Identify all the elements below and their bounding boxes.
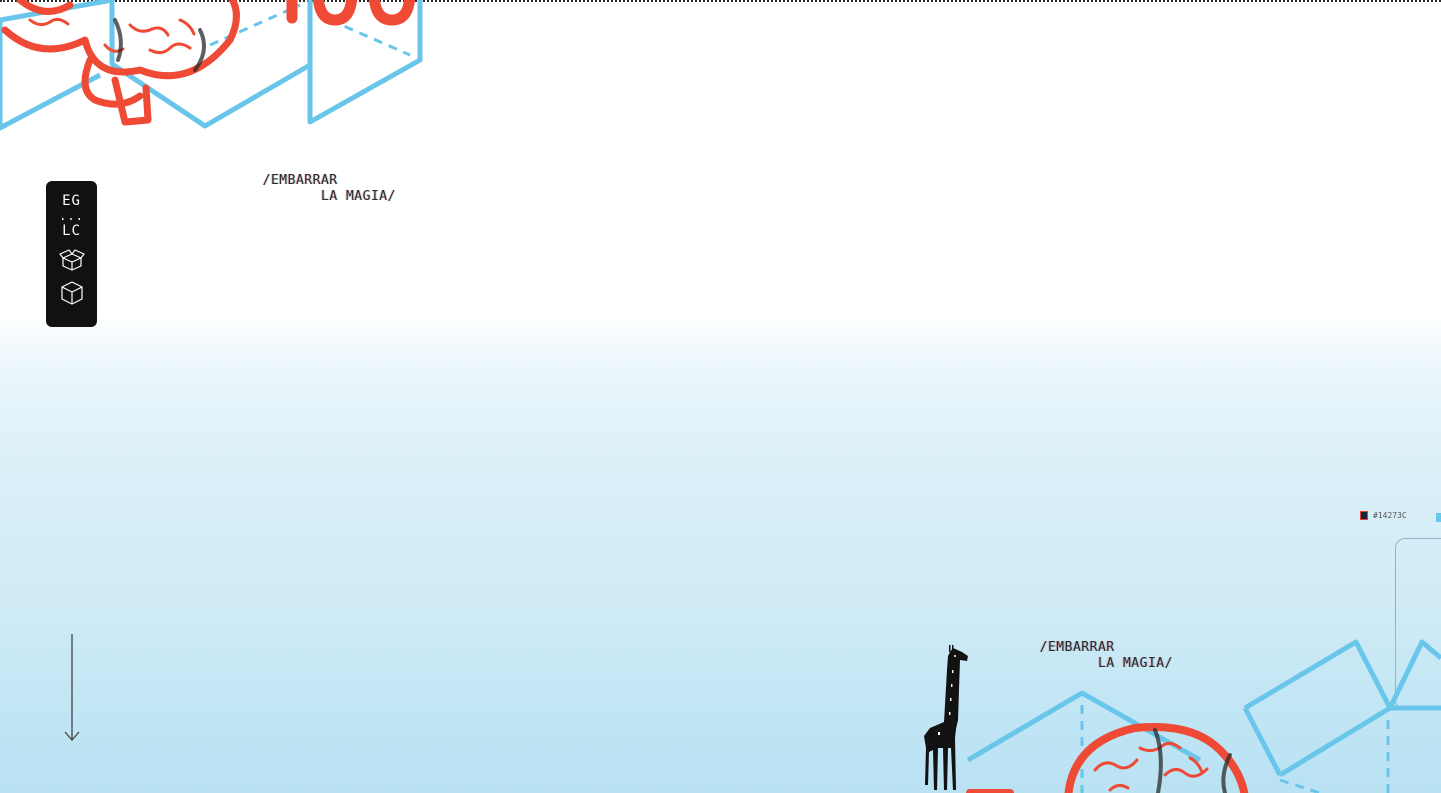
edge-marker [1436, 513, 1441, 522]
giraffe-figure [924, 645, 968, 790]
nav-cube-button[interactable] [58, 279, 86, 307]
tagline-top-line2: LA MAGIA/ [321, 189, 396, 204]
tagline-top: /EMBARRAR LA MAGIA/ [246, 157, 396, 221]
tagline-top-line1: /EMBARRAR [262, 173, 338, 188]
nav-open-box-button[interactable] [58, 245, 86, 273]
color-swatch: #14273C [1360, 511, 1407, 520]
color-swatch-label: #14273C [1373, 511, 1407, 520]
open-box-icon [58, 249, 85, 271]
logo[interactable]: EG ... LC [59, 193, 84, 239]
arrow-down-icon [64, 634, 80, 741]
logo-dots: ... [59, 209, 84, 223]
cube-icon [60, 281, 83, 305]
logo-bottom: LC [62, 223, 81, 239]
brain-box-illustration-top [0, 0, 430, 140]
giraffe-brain-illustration [900, 630, 1441, 793]
side-nav: EG ... LC [46, 181, 97, 327]
scroll-down-indicator[interactable] [62, 632, 82, 744]
logo-top: EG [62, 193, 81, 209]
color-swatch-chip [1360, 511, 1368, 520]
